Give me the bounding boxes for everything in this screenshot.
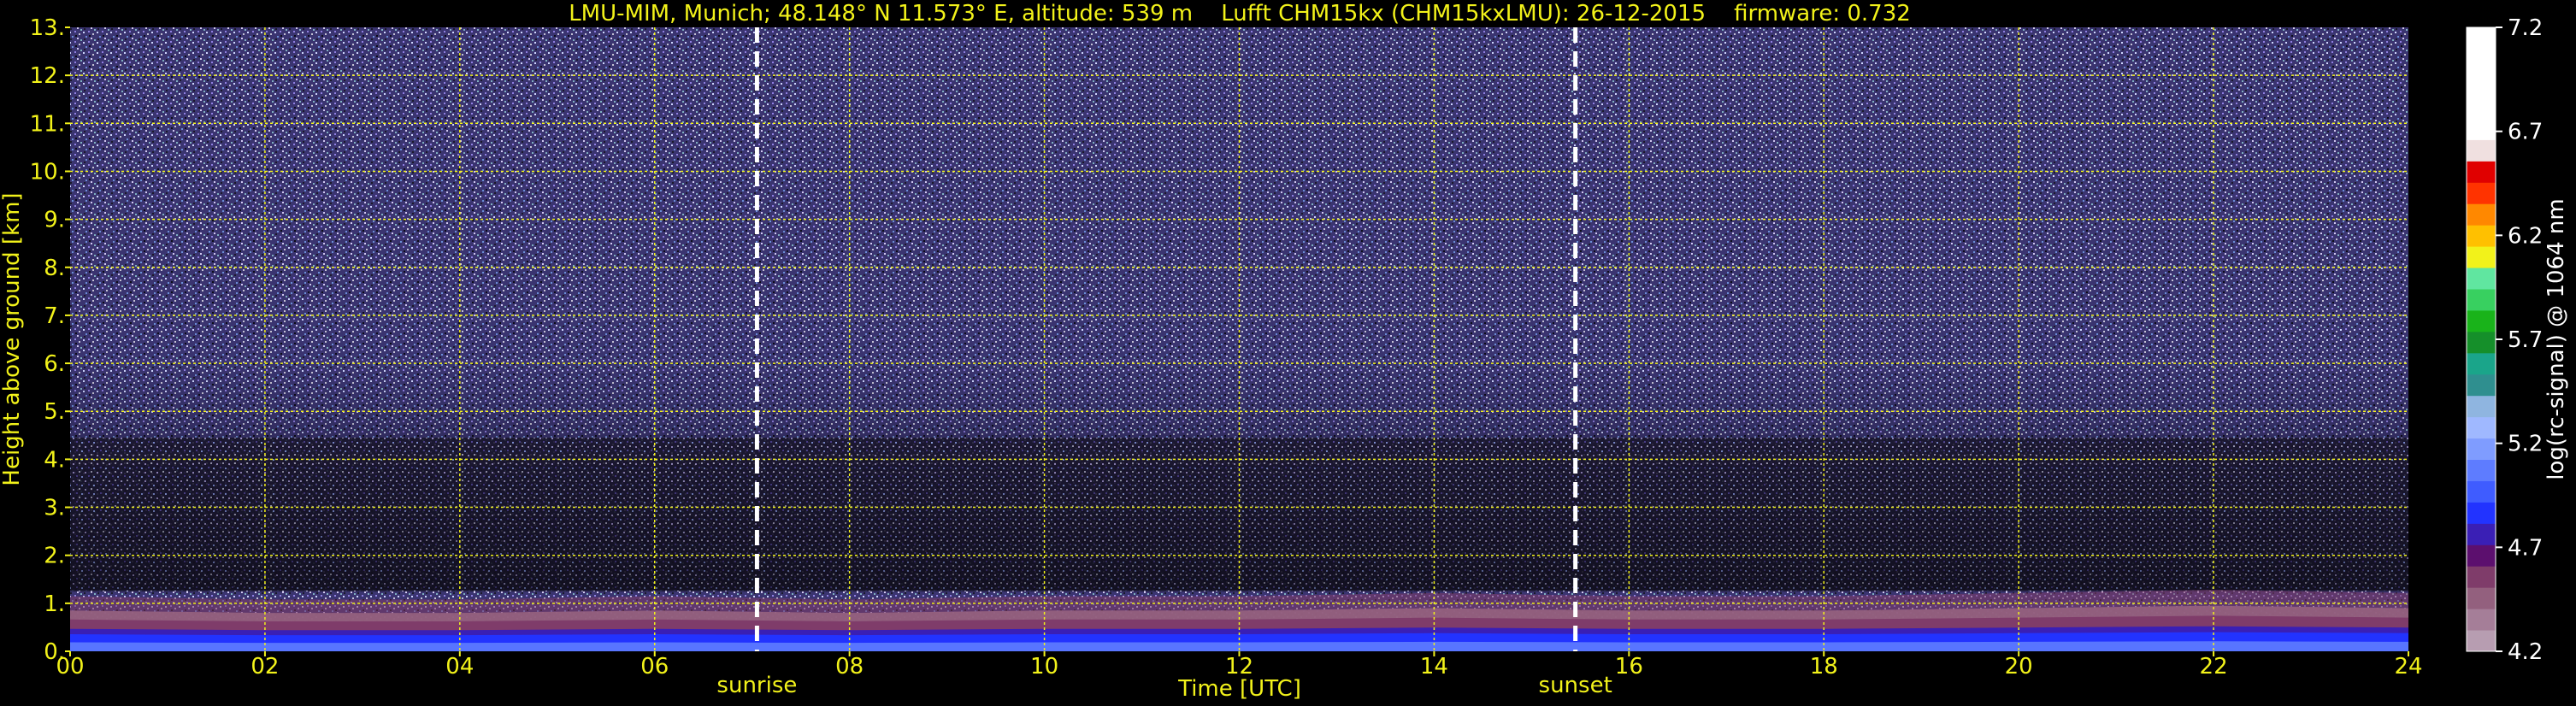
colorbar-step	[2467, 587, 2496, 609]
colorbar: 4.2 4.7 5.2 5.7 6.2 6.7 7.2 log(rc-signal) @ 1…	[2466, 15, 2569, 665]
colorbar-step	[2467, 225, 2496, 247]
sunrise-label: sunrise	[716, 673, 797, 698]
y-tick-label: 9.	[44, 208, 65, 233]
y-tick-label: 13.	[30, 15, 65, 41]
x-tick-label: 22	[2200, 654, 2228, 680]
colorbar-step	[2467, 523, 2496, 545]
y-tick-label: 8.	[44, 256, 65, 281]
colorbar-tick-label: 7.2	[2508, 15, 2543, 41]
colorbar-step	[2467, 161, 2496, 183]
colorbar-step	[2467, 395, 2496, 418]
colorbar-tick-label: 6.2	[2508, 223, 2543, 249]
x-tick-label: 06	[640, 654, 669, 680]
colorbar-step	[2467, 374, 2496, 397]
colorbar-step	[2467, 416, 2496, 439]
chart-title: LMU-MIM, Munich; 48.148° N 11.573° E, al…	[569, 1, 1911, 26]
colorbar-step	[2467, 438, 2496, 461]
plot-area	[70, 27, 2408, 651]
colorbar-label: log(rc-signal) @ 1064 nm	[2544, 198, 2569, 479]
colorbar-step	[2467, 630, 2496, 652]
x-tick-label: 14	[1420, 654, 1448, 680]
colorbar-step	[2467, 566, 2496, 588]
y-tick-label: 10.	[30, 159, 65, 185]
y-axis-ticks: 0. 1. 2. 3. 4. 5. 6. 7. 8. 9. 10. 11. 12. 13.	[30, 15, 70, 665]
y-tick-label: 4.	[44, 447, 65, 473]
x-tick-label: 10	[1030, 654, 1058, 680]
colorbar-step	[2467, 309, 2496, 332]
x-tick-label: 02	[251, 654, 279, 680]
y-tick-label: 11.	[30, 111, 65, 137]
colorbar-tick-label: 6.7	[2508, 120, 2543, 145]
y-tick-label: 2.	[44, 544, 65, 569]
y-tick-label: 3.	[44, 496, 65, 521]
colorbar-step	[2467, 544, 2496, 567]
colorbar-step	[2467, 331, 2496, 354]
sunset-label: sunset	[1539, 673, 1612, 698]
colorbar-ticks: 4.2 4.7 5.2 5.7 6.2 6.7 7.2	[2496, 15, 2543, 665]
colorbar-step	[2467, 182, 2496, 204]
y-tick-label: 7.	[44, 303, 65, 329]
y-tick-label: 6.	[44, 351, 65, 377]
y-tick-label: 12.	[30, 63, 65, 89]
colorbar-step	[2467, 502, 2496, 524]
x-tick-label: 20	[2005, 654, 2033, 680]
colorbar-step	[2467, 609, 2496, 631]
colorbar-step	[2467, 480, 2496, 503]
colorbar-steps	[2466, 26, 2496, 652]
x-tick-label: 24	[2394, 654, 2422, 680]
colorbar-step	[2467, 459, 2496, 481]
x-axis-label: Time [UTC]	[1177, 676, 1301, 702]
colorbar-step	[2467, 268, 2496, 290]
y-tick-label: 0.	[44, 639, 65, 665]
colorbar-tick-label: 5.2	[2508, 432, 2543, 457]
x-tick-label: 04	[445, 654, 474, 680]
x-tick-label: 18	[1810, 654, 1838, 680]
colorbar-tick-label: 4.2	[2508, 639, 2543, 665]
colorbar-step	[2467, 246, 2496, 268]
y-axis-label: Height above ground [km]	[0, 192, 25, 485]
y-tick-label: 1.	[44, 591, 65, 617]
colorbar-step	[2467, 203, 2496, 226]
colorbar-step	[2467, 288, 2496, 311]
lidar-ceilometer-chart: LMU-MIM, Munich; 48.148° N 11.573° E, al…	[0, 1, 2569, 702]
colorbar-tick-label: 4.7	[2508, 535, 2543, 561]
y-tick-label: 5.	[44, 399, 65, 425]
colorbar-step	[2467, 352, 2496, 375]
colorbar-tick-label: 5.7	[2508, 327, 2543, 353]
colorbar-cap	[2467, 27, 2496, 140]
colorbar-step	[2467, 139, 2496, 162]
x-tick-label: 08	[835, 654, 864, 680]
x-tick-label: 16	[1615, 654, 1643, 680]
